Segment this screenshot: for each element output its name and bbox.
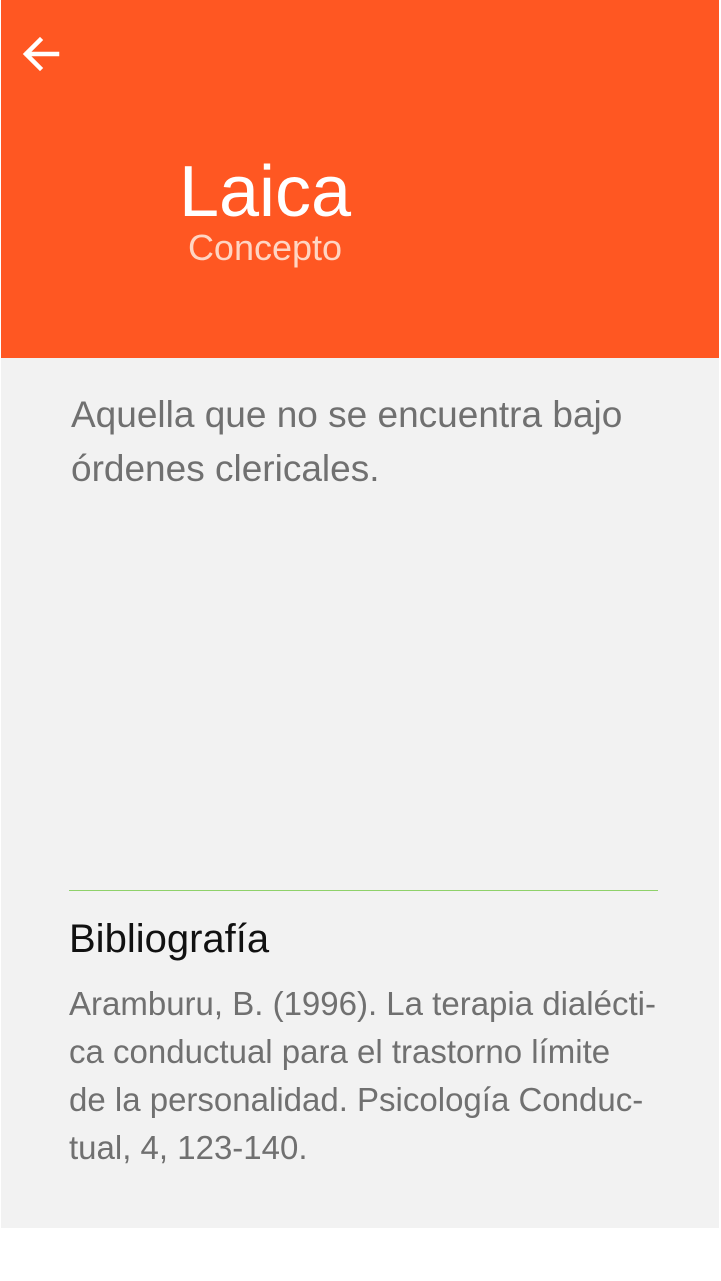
page-title: Laica [178, 152, 352, 232]
page-subtitle: Concepto [187, 227, 343, 268]
definition-line: Aquella que no se encuentra bajo [71, 394, 623, 435]
bibliography-line: Aramburu, B. (1996). La terapia dialécti… [69, 985, 656, 1022]
bibliography-line: ca conductual para el trastorno límite [69, 1033, 611, 1070]
title-block: Laica Concepto [65, 150, 465, 268]
divider [69, 890, 658, 891]
bibliography-line: tual, 4, 123-140. [69, 1129, 308, 1166]
bibliography-title: Bibliografía [69, 917, 270, 961]
arrow-left-icon [22, 36, 60, 72]
concept-screen: Laica Concepto Aquella que no se encuent… [1, 0, 719, 1228]
definition-text: Aquella que no se encuentra bajo órdenes… [71, 388, 661, 496]
back-button[interactable] [17, 30, 65, 78]
bibliography-line: de la personalidad. Psicología Conduc- [69, 1081, 644, 1118]
header: Laica Concepto [1, 0, 719, 358]
definition-line: órdenes clericales. [71, 448, 380, 489]
bibliography-text: Aramburu, B. (1996). La terapia dialécti… [69, 980, 669, 1172]
